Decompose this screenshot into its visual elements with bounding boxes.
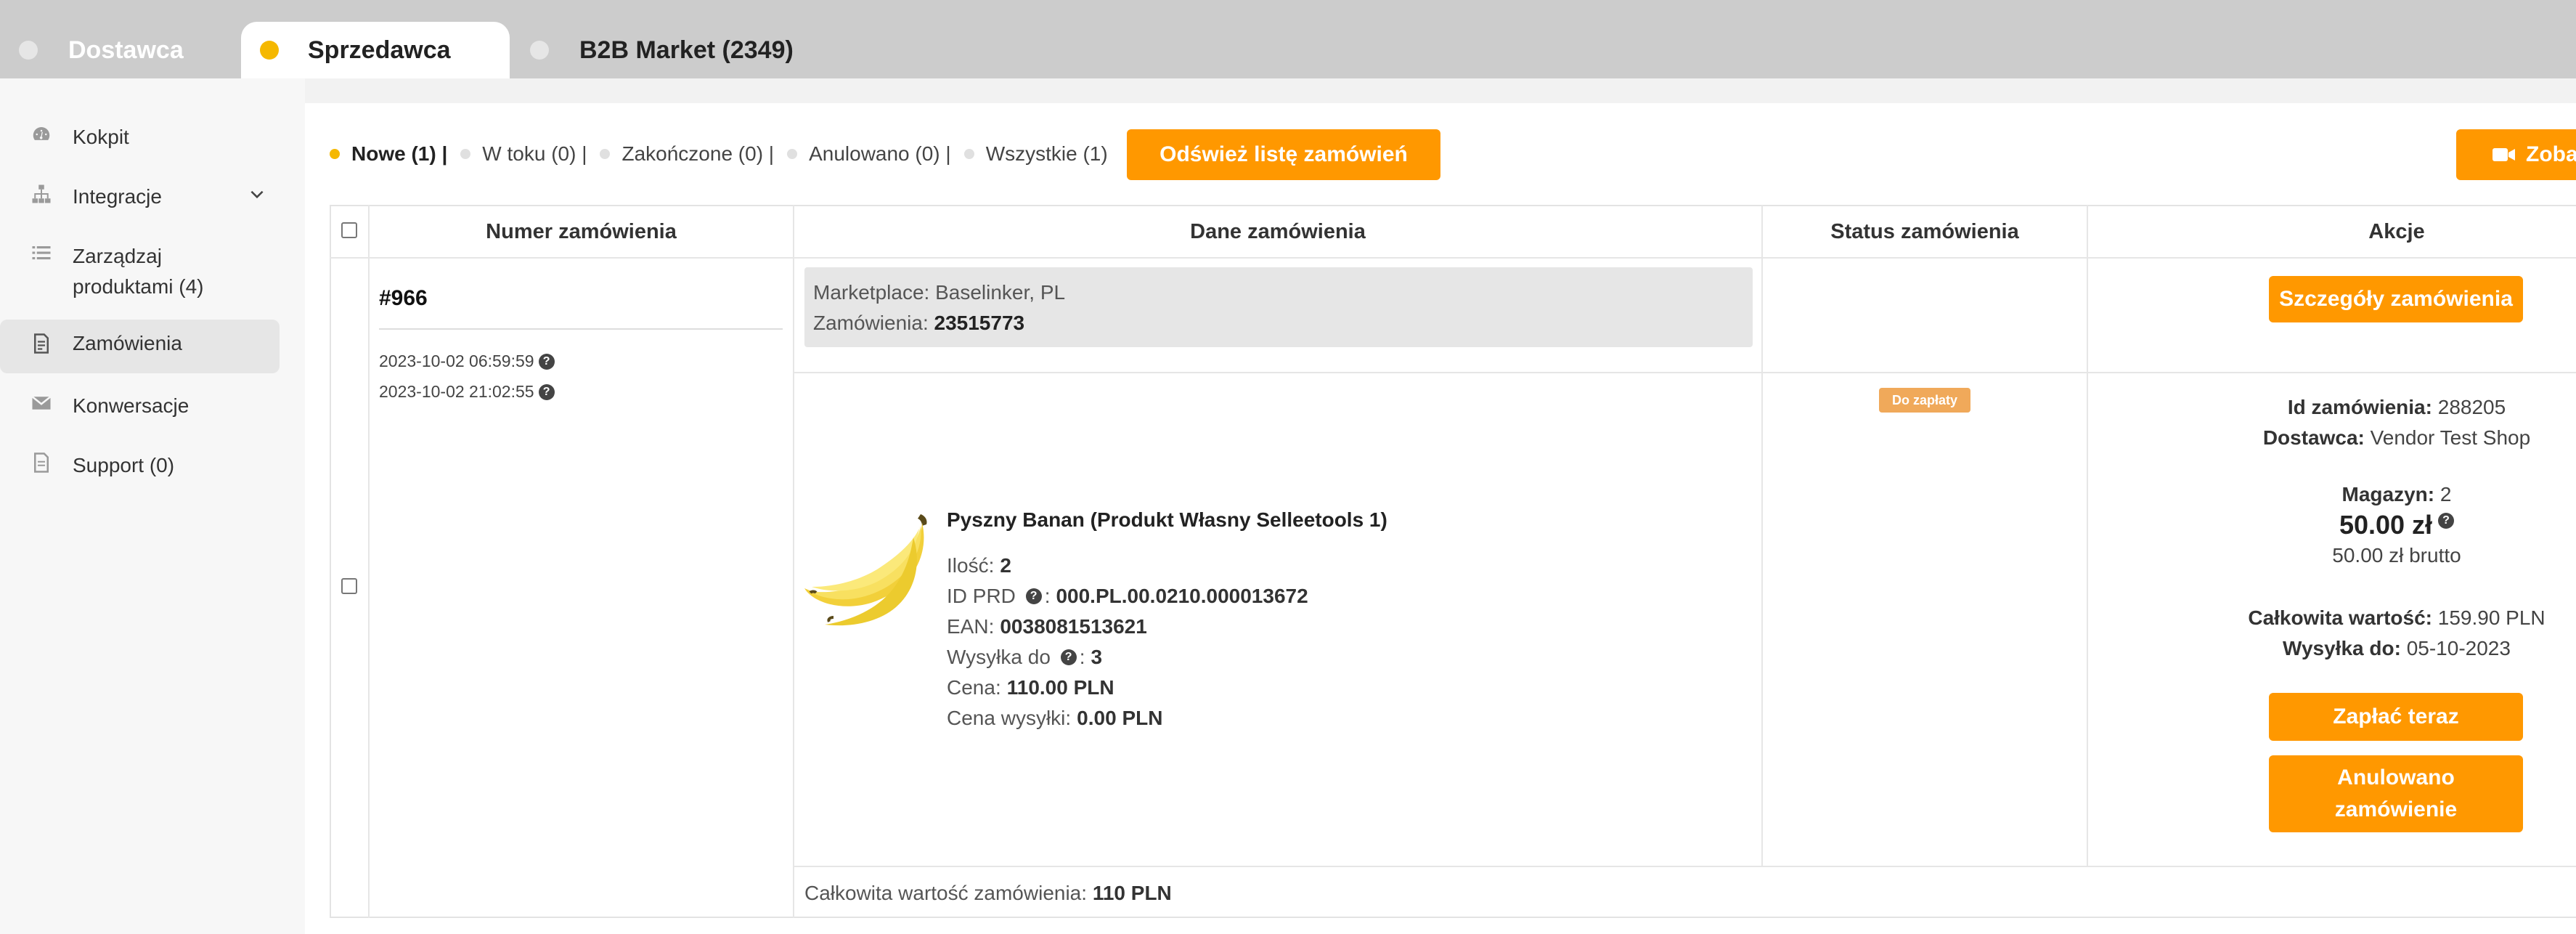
help-icon[interactable]: ? [538, 383, 555, 400]
tab-label: Dostawca [68, 36, 184, 64]
status-dot-icon [260, 41, 279, 60]
help-icon[interactable]: ? [538, 353, 555, 370]
header-order-data: Dane zamówienia [1190, 219, 1366, 243]
refresh-orders-button[interactable]: Odśwież listę zamówień [1127, 129, 1440, 180]
dashboard-icon [29, 122, 54, 147]
pay-now-button[interactable]: Zapłać teraz [2269, 693, 2523, 741]
tab-sprzedawca[interactable]: Sprzedawca [241, 22, 510, 78]
envelope-icon [29, 391, 54, 415]
sidebar-item-label: Konwersacje [73, 394, 189, 417]
product-details: Ilość: 2 ID PRD ?:000.PL.00.0210.00001367… [947, 554, 1308, 729]
totals-block: Całkowita wartość: 159.90 PLN Wysyłka do… [2248, 606, 2546, 659]
product-image [804, 508, 932, 632]
filter-all[interactable]: Wszystkie (1) [963, 142, 1108, 166]
tab-dostawca[interactable]: Dostawca [19, 22, 184, 78]
chevron-down-icon[interactable] [248, 184, 266, 203]
tab-b2b-market[interactable]: B2B Market (2349) [530, 22, 794, 78]
list-icon [29, 241, 54, 266]
sidebar-item-label: Zamówienia [73, 332, 182, 354]
video-button-label: Zoba [2526, 142, 2576, 166]
sidebar-item-integracje[interactable]: Integracje [0, 182, 280, 212]
video-camera-icon [2493, 148, 2515, 161]
tab-label: B2B Market (2349) [579, 36, 794, 64]
price-gross: 50.00 zł brutto [2332, 544, 2461, 567]
dot-icon [330, 149, 340, 159]
sidebar-item-support[interactable]: Support (0) [0, 450, 280, 481]
price-block: Magazyn: 2 50.00 zł ? 50.00 zł brutto [2088, 479, 2576, 571]
cancel-order-button[interactable]: Anulowano zamówienie [2269, 755, 2523, 832]
header-order-number: Numer zamówienia [486, 219, 677, 243]
file-icon [29, 450, 54, 475]
filter-cancelled[interactable]: Anulowano (0) | [787, 142, 951, 166]
filter-completed[interactable]: Zakończone (0) | [600, 142, 774, 166]
dot-icon [787, 149, 798, 159]
price: 50.00 zł [2339, 510, 2433, 540]
dot-icon [963, 149, 974, 159]
sidebar-item-produkty[interactable]: Zarządzaj produktami (4) [0, 241, 280, 302]
order-date: 2023-10-02 21:02:55? [379, 382, 555, 402]
sidebar-item-label: Support (0) [73, 454, 175, 476]
header-order-status: Status zamówienia [1830, 219, 2019, 243]
marketplace-info: Marketplace: Baselinker, PL Zamówienia: … [804, 267, 1753, 347]
help-icon[interactable]: ? [2438, 513, 2455, 529]
sidebar-item-label: Kokpit [73, 126, 129, 148]
sidebar-item-label: Integracje [73, 185, 162, 208]
sidebar-item-konwersacje[interactable]: Konwersacje [0, 391, 280, 421]
product-name: Pyszny Banan (Produkt Własny Selleetools… [947, 508, 1387, 531]
help-icon[interactable]: ? [1060, 649, 1077, 665]
order-number: #966 [379, 286, 428, 310]
filter-new[interactable]: Nowe (1) | [330, 142, 447, 166]
sidebar-item-label: Zarządzaj produktami (4) [73, 245, 204, 298]
status-dot-icon [530, 41, 549, 60]
help-icon[interactable]: ? [1025, 588, 1042, 604]
order-date: 2023-10-02 06:59:59? [379, 352, 555, 371]
header-actions: Akcje [2368, 219, 2425, 243]
sidebar-item-zamowienia[interactable]: Zamówienia [0, 320, 280, 373]
status-badge: Do zapłaty [1879, 388, 1970, 413]
document-icon [29, 331, 54, 356]
divider [379, 328, 783, 330]
dot-icon [600, 149, 611, 159]
status-filter-bar: Nowe (1) | W toku (0) | Zakończone (0) |… [330, 142, 1121, 166]
row-checkbox[interactable] [341, 578, 357, 594]
video-button[interactable]: Zoba [2456, 129, 2576, 180]
order-total: Całkowita wartość zamówienia: 110 PLN [804, 882, 1172, 904]
select-all-checkbox[interactable] [341, 222, 357, 238]
order-meta: Id zamówienia: 288205 Dostawca: Vendor T… [2262, 396, 2531, 449]
sitemap-icon [29, 182, 54, 206]
status-dot-icon [19, 41, 38, 60]
order-details-button[interactable]: Szczegóły zamówienia [2269, 276, 2523, 322]
dot-icon [460, 149, 471, 159]
filter-in-progress[interactable]: W toku (0) | [460, 142, 587, 166]
sidebar-item-kokpit[interactable]: Kokpit [0, 122, 280, 153]
tab-label: Sprzedawca [308, 36, 451, 64]
